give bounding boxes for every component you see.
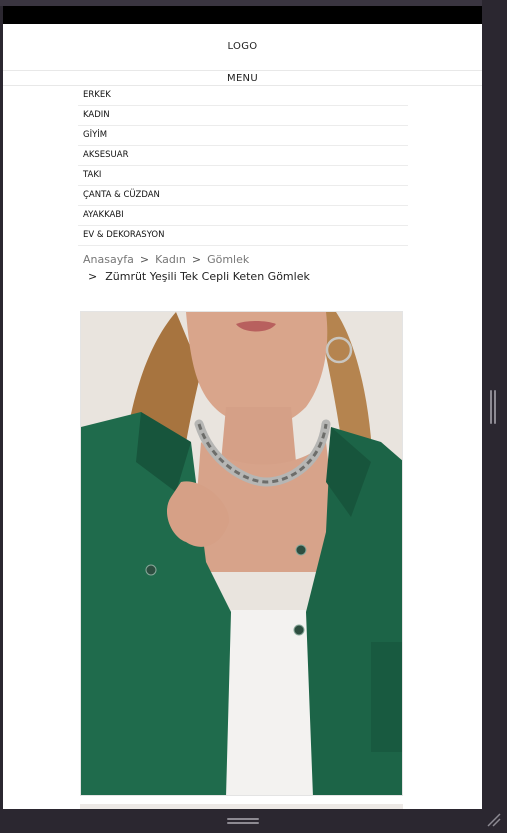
nav-item-ayakkabi[interactable]: AYAKKABI <box>78 206 408 226</box>
nav-item-erkek[interactable]: ERKEK <box>78 86 408 106</box>
horizontal-resize-grip-icon[interactable] <box>227 818 259 824</box>
top-bar <box>3 6 482 24</box>
category-nav: ERKEK KADIN GİYİM AKSESUAR TAKI ÇANTA & … <box>78 86 408 246</box>
nav-item-aksesuar[interactable]: AKSESUAR <box>78 146 408 166</box>
resize-corner-icon[interactable] <box>486 812 502 828</box>
divider <box>3 70 482 71</box>
breadcrumb-current: > Zümrüt Yeşili Tek Cepli Keten Gömlek <box>88 270 310 283</box>
breadcrumb-separator: > <box>88 270 98 283</box>
nav-item-kadin[interactable]: KADIN <box>78 106 408 126</box>
menu-toggle[interactable]: MENU <box>3 73 482 84</box>
nav-item-ev-dekorasyon[interactable]: EV & DEKORASYON <box>78 226 408 246</box>
product-photo-icon <box>81 312 402 795</box>
breadcrumb: Anasayfa > Kadın > Gömlek <box>83 253 249 266</box>
breadcrumb-separator: > <box>139 253 150 266</box>
logo[interactable]: LOGO <box>3 41 482 52</box>
vertical-resize-grip-icon[interactable] <box>490 390 498 424</box>
breadcrumb-kadin[interactable]: Kadın <box>155 253 186 266</box>
breadcrumb-gomlek[interactable]: Gömlek <box>207 253 249 266</box>
nav-item-giyim[interactable]: GİYİM <box>78 126 408 146</box>
breadcrumb-home[interactable]: Anasayfa <box>83 253 134 266</box>
page: LOGO MENU ERKEK KADIN GİYİM AKSESUAR TAK… <box>3 24 482 809</box>
breadcrumb-separator: > <box>191 253 202 266</box>
nav-item-taki[interactable]: TAKI <box>78 166 408 186</box>
nav-item-canta-cuzdan[interactable]: ÇANTA & CÜZDAN <box>78 186 408 206</box>
product-image[interactable] <box>80 311 403 796</box>
breadcrumb-current-label: Zümrüt Yeşili Tek Cepli Keten Gömlek <box>105 270 310 283</box>
